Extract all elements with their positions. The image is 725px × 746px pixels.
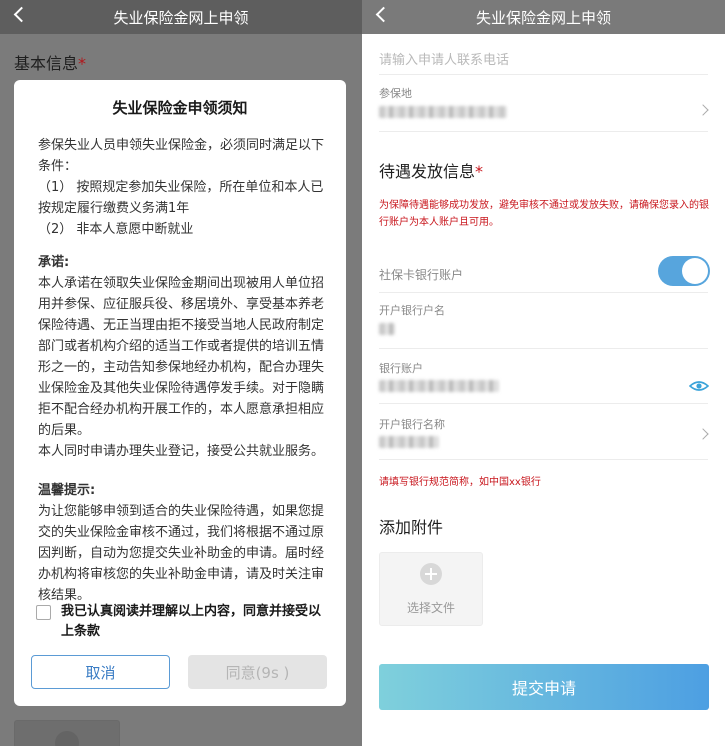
- plus-icon: [420, 563, 442, 585]
- section-label: 待遇发放信息: [379, 162, 476, 181]
- redacted-value: [379, 323, 395, 335]
- agree-button[interactable]: 同意(9s ): [188, 655, 327, 689]
- insured-place-label: 参保地: [379, 87, 412, 100]
- attachment-title: 添加附件: [379, 518, 444, 537]
- bank-notice: 请填写银行规范简称，如中国xx银行: [379, 477, 541, 488]
- page-section-title: 基本信息*: [14, 50, 86, 74]
- upload-file-button[interactable]: 选择文件: [379, 552, 483, 626]
- tips-text: 为让您能够申领到适合的失业保险待遇，如果您提交的失业保险金审核不通过，我们将根据…: [38, 504, 325, 603]
- required-mark: *: [78, 54, 87, 73]
- dialog-body[interactable]: 参保失业人员申领失业保险金，必须同时满足以下条件： （1） 按照规定参加失业保险…: [38, 135, 328, 627]
- dialog-title: 失业保险金申领须知: [112, 99, 248, 117]
- agree-checkbox[interactable]: [36, 605, 51, 620]
- promise-text: 本人承诺在领取失业保险金期间出现被用人单位招用并参保、应征服兵役、移居境外、享受…: [38, 276, 325, 438]
- upload-box-dimmed: [14, 720, 120, 746]
- upload-label: 选择文件: [406, 601, 455, 615]
- agree-row[interactable]: 我已认真阅读并理解以上内容，同意并接受以上条款: [36, 602, 330, 642]
- nav-bar: 失业保险金网上申领: [0, 0, 362, 34]
- notice-dialog: 失业保险金申领须知 参保失业人员申领失业保险金，必须同时满足以下条件： （1） …: [14, 80, 346, 706]
- divider: [379, 74, 708, 75]
- nav-title: 失业保险金网上申领: [475, 8, 611, 27]
- bank-name-value[interactable]: [379, 436, 439, 452]
- social-card-label: 社保卡银行账户: [379, 268, 464, 282]
- account-name-value[interactable]: [379, 323, 395, 339]
- promise-heading: 承诺:: [38, 255, 70, 270]
- benefit-notice: 为保障待遇能够成功发放，避免审核不通过或发放失败，请确保您录入的银行账户为本人账…: [379, 200, 709, 228]
- divider: [379, 131, 708, 132]
- back-icon[interactable]: [375, 6, 392, 23]
- bank-name-label: 开户银行名称: [379, 418, 445, 431]
- right-screen: 失业保险金网上申领 请输入申请人联系电话 参保地 待遇发放信息* 为保障待遇能够…: [362, 0, 725, 746]
- phone-input[interactable]: 请输入申请人联系电话: [379, 49, 509, 68]
- divider: [379, 348, 708, 349]
- account-number-value[interactable]: [379, 380, 499, 396]
- cancel-button[interactable]: 取消: [31, 655, 170, 689]
- condition-item: （1） 按照规定参加失业保险，所在单位和本人已按规定履行缴费义务满1年: [38, 180, 324, 216]
- left-screen: 失业保险金网上申领 基本信息* 失业保险金申领须知 参保失业人员申领失业保险金，…: [0, 0, 362, 746]
- nav-bar: 失业保险金网上申领: [362, 0, 725, 34]
- divider: [379, 459, 708, 460]
- section-label: 基本信息: [14, 54, 79, 73]
- redacted-value: [379, 106, 507, 118]
- insured-place-value[interactable]: [379, 106, 507, 122]
- divider: [379, 292, 708, 293]
- redacted-value: [379, 380, 499, 392]
- divider: [379, 403, 708, 404]
- eye-icon[interactable]: [689, 380, 709, 392]
- account-number-label: 银行账户: [379, 362, 423, 375]
- benefit-section-title: 待遇发放信息*: [379, 158, 483, 182]
- tips-heading: 温馨提示:: [38, 483, 96, 498]
- redacted-value: [379, 436, 439, 448]
- form-content: 请输入申请人联系电话 参保地 待遇发放信息* 为保障待遇能够成功发放，避免审核不…: [362, 34, 725, 746]
- condition-item: （2） 非本人意愿中断就业: [38, 222, 194, 237]
- dialog-intro: 参保失业人员申领失业保险金，必须同时满足以下条件：: [38, 138, 325, 174]
- chevron-right-icon[interactable]: [697, 104, 709, 116]
- required-mark: *: [475, 162, 484, 181]
- social-card-toggle[interactable]: [658, 256, 710, 286]
- agree-text[interactable]: 我已认真阅读并理解以上内容，同意并接受以上条款: [61, 602, 330, 642]
- account-name-label: 开户银行户名: [379, 304, 445, 317]
- back-icon[interactable]: [13, 6, 30, 23]
- chevron-right-icon[interactable]: [697, 428, 709, 440]
- nav-title: 失业保险金网上申领: [113, 8, 249, 27]
- submit-button[interactable]: 提交申请: [379, 664, 709, 710]
- promise-text-2: 本人同时申请办理失业登记，接受公共就业服务。: [38, 444, 325, 459]
